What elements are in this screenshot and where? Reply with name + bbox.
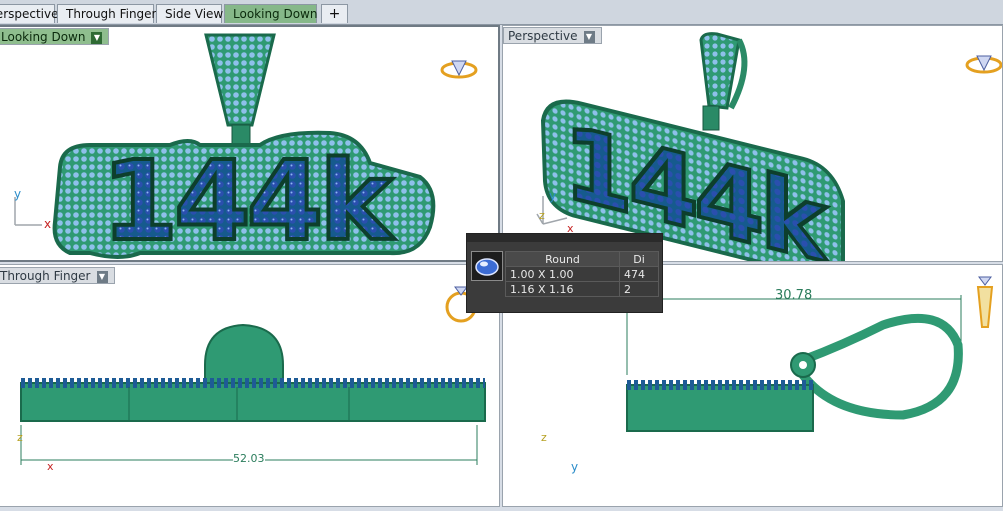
- viewport-looking-down[interactable]: Looking Down ▼ 144k y x: [0, 25, 500, 262]
- ring-view-icon[interactable]: [973, 275, 997, 331]
- axis-label-x: x: [44, 217, 52, 231]
- axis-label-z: z: [17, 431, 23, 444]
- table-row[interactable]: 1.00 X 1.00 474: [505, 266, 659, 282]
- stone-size: 1.16 X 1.16: [505, 281, 620, 297]
- popup-header: [467, 234, 662, 242]
- viewport-through-finger[interactable]: Through Finger ▼ 52.03 z x: [0, 264, 500, 507]
- add-tab-button[interactable]: +: [321, 4, 348, 23]
- view-tab-bar: Perspective Through Finger Side View Loo…: [0, 0, 1003, 25]
- stone-count: 474: [619, 266, 659, 282]
- tab-side-view[interactable]: Side View: [156, 4, 223, 23]
- viewport-perspective[interactable]: Perspective ▼ 144k y z x: [502, 25, 1003, 262]
- dimension-depth: 30.78: [775, 288, 813, 303]
- stone-table: Round Di 1.00 X 1.00 474 1.16 X 1.16 2: [505, 251, 659, 297]
- axis-label-x: x: [47, 460, 54, 473]
- table-row[interactable]: 1.16 X 1.16 2: [505, 281, 659, 297]
- tab-looking-down[interactable]: Looking Down: [224, 4, 317, 23]
- pendant-top-view: 144k: [52, 33, 436, 262]
- column-header-di: Di: [619, 251, 659, 267]
- pendant-front-view: [20, 323, 486, 465]
- axis-label-z: z: [539, 209, 545, 222]
- axis-label-z: z: [541, 431, 547, 444]
- dimension-width: 52.03: [233, 452, 265, 465]
- bail: [204, 33, 276, 127]
- stone-count: 2: [619, 281, 659, 297]
- axis-label-y: y: [571, 460, 579, 474]
- ring-view-icon[interactable]: [440, 57, 478, 81]
- tab-perspective[interactable]: Perspective: [0, 4, 59, 23]
- axis-label-y: y: [549, 189, 557, 203]
- stone-info-popup: Round Di 1.00 X 1.00 474 1.16 X 1.16 2: [466, 233, 663, 313]
- pendant-text-144k: 144k: [102, 137, 396, 262]
- ring-view-icon[interactable]: [965, 52, 1003, 76]
- round-stone-thumbnail: [471, 251, 503, 281]
- axis-label-y: y: [14, 187, 22, 201]
- column-header-shape: Round: [505, 251, 620, 267]
- stone-size: 1.00 X 1.00: [505, 266, 620, 282]
- tab-through-finger[interactable]: Through Finger: [57, 4, 157, 23]
